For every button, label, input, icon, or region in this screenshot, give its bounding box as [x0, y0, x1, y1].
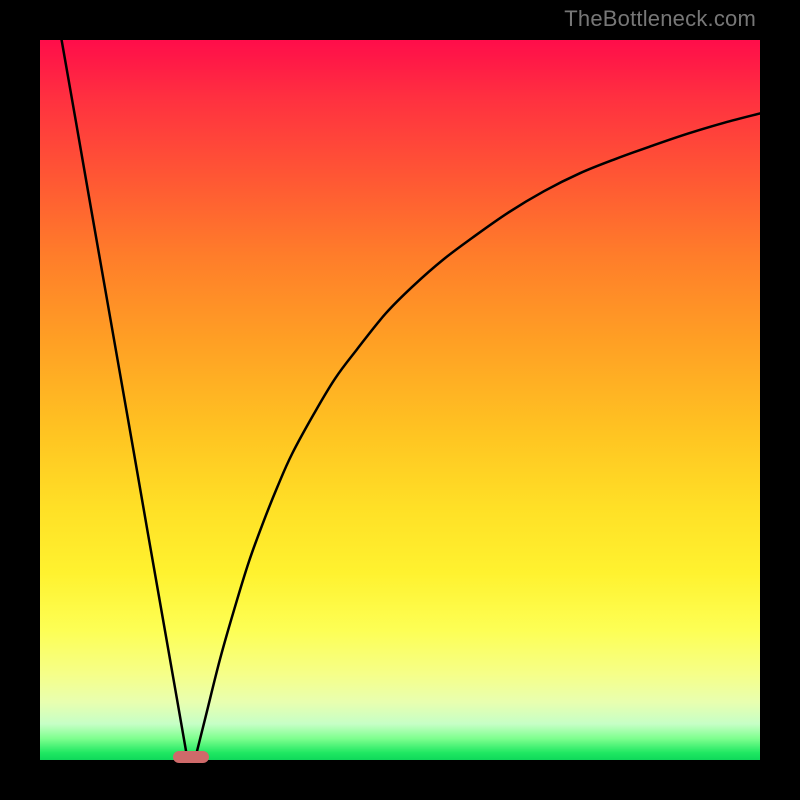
plot-area: [40, 40, 760, 760]
chart-svg: [40, 40, 760, 760]
chart-frame: TheBottleneck.com: [0, 0, 800, 800]
curve-left: [62, 40, 188, 760]
attribution-text: TheBottleneck.com: [564, 6, 756, 32]
curve-right: [195, 113, 760, 760]
optimal-marker: [173, 751, 209, 763]
